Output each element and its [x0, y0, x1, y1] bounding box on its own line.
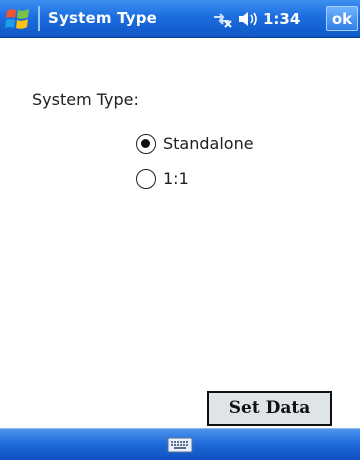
radio-standalone-label[interactable]: Standalone	[163, 133, 254, 155]
window-title: System Type	[48, 9, 158, 27]
system-type-label: System Type:	[32, 90, 139, 109]
radio-one-to-one-label[interactable]: 1:1	[163, 168, 189, 190]
menu-bar	[0, 428, 360, 460]
volume-icon[interactable]	[238, 10, 260, 28]
set-data-button[interactable]: Set Data	[207, 391, 332, 426]
radio-standalone[interactable]	[136, 134, 156, 154]
title-separator	[38, 6, 40, 31]
clock[interactable]: 1:34	[263, 8, 300, 30]
radio-one-to-one[interactable]	[136, 169, 156, 189]
device-screen: System Type 1:34 ok System Type: Standal…	[0, 0, 360, 460]
connectivity-icon[interactable]	[211, 9, 233, 29]
windows-flag-icon[interactable]	[4, 5, 32, 32]
ok-button[interactable]: ok	[326, 6, 358, 31]
keyboard-icon[interactable]	[164, 435, 196, 455]
title-bar: System Type 1:34 ok	[0, 0, 360, 38]
